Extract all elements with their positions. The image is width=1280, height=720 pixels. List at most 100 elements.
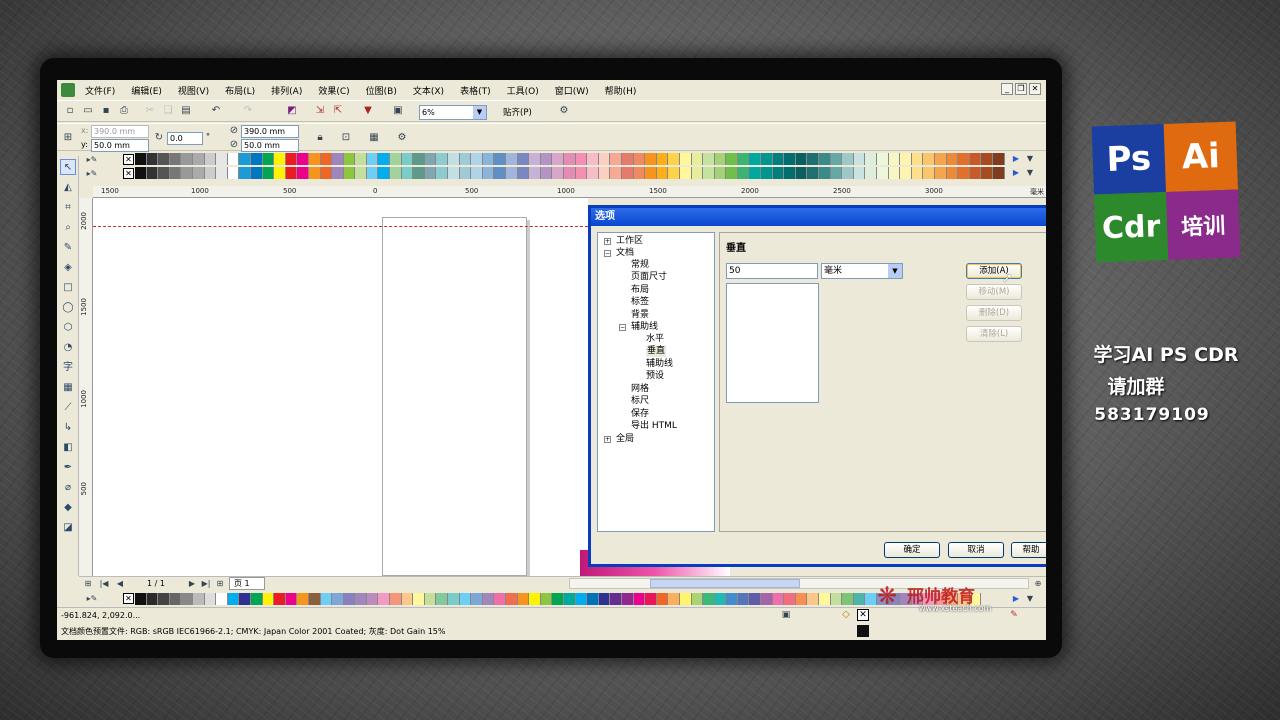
color-swatch[interactable] — [216, 593, 228, 605]
snap-to-menu[interactable]: 贴齐(P) — [503, 106, 532, 118]
color-swatch[interactable] — [343, 153, 356, 165]
polygon-tool-icon[interactable]: ⬡ — [60, 320, 76, 336]
unit-select[interactable]: 毫米 ▼ — [821, 263, 903, 279]
expand-icon[interactable]: + — [604, 238, 611, 245]
color-swatch[interactable] — [691, 153, 704, 165]
color-swatch[interactable] — [807, 153, 820, 165]
color-swatch[interactable] — [795, 153, 808, 165]
color-swatch[interactable] — [390, 593, 402, 605]
search-content-icon[interactable]: ◩ — [285, 104, 299, 118]
color-swatch[interactable] — [378, 153, 391, 165]
color-swatch[interactable] — [169, 153, 182, 165]
zoom-tool-icon[interactable]: ⌕ — [60, 220, 76, 236]
color-swatch[interactable] — [946, 167, 959, 179]
lock-icon[interactable]: 🔒︎ — [313, 131, 327, 145]
basic-shapes-tool-icon[interactable]: ◔ — [60, 340, 76, 356]
color-swatch[interactable] — [900, 153, 912, 165]
color-swatch[interactable] — [703, 153, 715, 165]
first-page-icon[interactable]: |◀ — [97, 577, 111, 591]
import-icon[interactable]: ⇲ — [313, 104, 327, 118]
color-swatch[interactable] — [250, 153, 263, 165]
cancel-button[interactable]: 取消 — [948, 542, 1004, 558]
color-swatch[interactable] — [506, 167, 518, 179]
tree-item-vertical[interactable]: 垂直 — [646, 346, 667, 357]
menu-item[interactable]: 表格(T) — [452, 84, 499, 97]
menu-item[interactable]: 位图(B) — [358, 84, 405, 97]
color-swatch[interactable] — [401, 167, 414, 179]
color-swatch[interactable] — [401, 593, 414, 605]
color-swatch[interactable] — [645, 167, 657, 179]
close-button[interactable]: ✕ — [1029, 83, 1041, 95]
object-origin-icon[interactable]: ⊞ — [61, 131, 75, 145]
color-swatch[interactable] — [540, 153, 553, 165]
color-swatch[interactable] — [714, 153, 727, 165]
color-swatch[interactable] — [552, 593, 564, 605]
freehand-tool-icon[interactable]: ✎ — [60, 240, 76, 256]
color-swatch[interactable] — [274, 167, 286, 179]
rectangle-tool-icon[interactable]: □ — [60, 280, 76, 296]
eyedropper-icon[interactable]: ▸✎ — [85, 167, 99, 181]
align-icon[interactable]: ⊡ — [339, 131, 353, 145]
color-swatch[interactable] — [378, 167, 391, 179]
color-swatch[interactable] — [865, 593, 877, 605]
color-swatch[interactable] — [552, 153, 564, 165]
color-swatch[interactable] — [888, 167, 901, 179]
color-swatch[interactable] — [610, 167, 622, 179]
menu-item[interactable]: 工具(O) — [499, 84, 547, 97]
color-swatch[interactable] — [355, 167, 367, 179]
color-swatch[interactable] — [459, 167, 472, 179]
color-swatch[interactable] — [517, 167, 530, 179]
color-swatch[interactable] — [378, 593, 391, 605]
color-swatch[interactable] — [297, 167, 309, 179]
color-swatch[interactable] — [668, 593, 680, 605]
color-swatch[interactable] — [216, 167, 228, 179]
color-swatch[interactable] — [297, 153, 309, 165]
eyedropper-icon[interactable]: ▸✎ — [85, 153, 99, 167]
color-swatch[interactable] — [598, 167, 611, 179]
color-swatch[interactable] — [204, 593, 217, 605]
tree-item-document[interactable]: 文档 — [616, 248, 634, 259]
fill-indicator-icon[interactable]: ◇ — [839, 608, 853, 622]
color-swatch[interactable] — [448, 593, 460, 605]
color-swatch[interactable] — [853, 593, 866, 605]
menu-item[interactable]: 帮助(H) — [597, 84, 645, 97]
color-swatch[interactable] — [448, 153, 460, 165]
zoom-level-select[interactable]: 6% ▼ — [419, 105, 487, 120]
color-swatch[interactable] — [703, 593, 715, 605]
color-swatch[interactable] — [621, 167, 634, 179]
color-swatch[interactable] — [274, 153, 286, 165]
drawing-canvas[interactable] — [93, 198, 588, 576]
color-swatch[interactable] — [239, 167, 251, 179]
table-tool-icon[interactable]: ▦ — [60, 380, 76, 396]
paste-icon[interactable]: ▤ — [179, 104, 193, 118]
color-swatch[interactable] — [146, 153, 159, 165]
color-swatch[interactable] — [332, 593, 344, 605]
color-swatch[interactable] — [390, 153, 402, 165]
expand-icon[interactable]: + — [604, 436, 611, 443]
color-swatch[interactable] — [169, 593, 182, 605]
color-swatch[interactable] — [587, 153, 599, 165]
color-swatch[interactable] — [239, 593, 251, 605]
color-swatch[interactable] — [436, 153, 449, 165]
x-position-field[interactable]: 390.0 mm — [91, 125, 149, 138]
color-swatch[interactable] — [494, 153, 506, 165]
tree-item-export-html[interactable]: 导出 HTML — [631, 421, 677, 432]
guideline-settings-icon[interactable]: ▦ — [367, 131, 381, 145]
color-swatch[interactable] — [888, 153, 901, 165]
color-swatch[interactable] — [192, 153, 205, 165]
color-swatch[interactable] — [819, 167, 831, 179]
menu-item[interactable]: 布局(L) — [217, 84, 263, 97]
text-tool-icon[interactable]: 字 — [60, 360, 76, 376]
color-swatch[interactable] — [158, 153, 170, 165]
vertical-ruler[interactable]: 2000 1500 1000 500 — [79, 198, 93, 576]
color-swatch[interactable] — [204, 167, 217, 179]
color-swatch[interactable] — [830, 593, 843, 605]
palette-menu-icon[interactable]: ▼ — [1023, 592, 1037, 606]
move-button[interactable]: 移动(M) — [966, 284, 1022, 300]
horizontal-ruler[interactable]: 毫米 1500 1000 500 0 500 1000 1500 2000 2500 3000 — [93, 186, 1046, 198]
outline-tool-icon[interactable]: ⌀ — [60, 480, 76, 496]
tree-item-layout[interactable]: 布局 — [631, 285, 649, 296]
dimension-tool-icon[interactable]: ⟋ — [60, 400, 76, 416]
color-swatch[interactable] — [830, 167, 843, 179]
color-swatch[interactable] — [181, 153, 193, 165]
